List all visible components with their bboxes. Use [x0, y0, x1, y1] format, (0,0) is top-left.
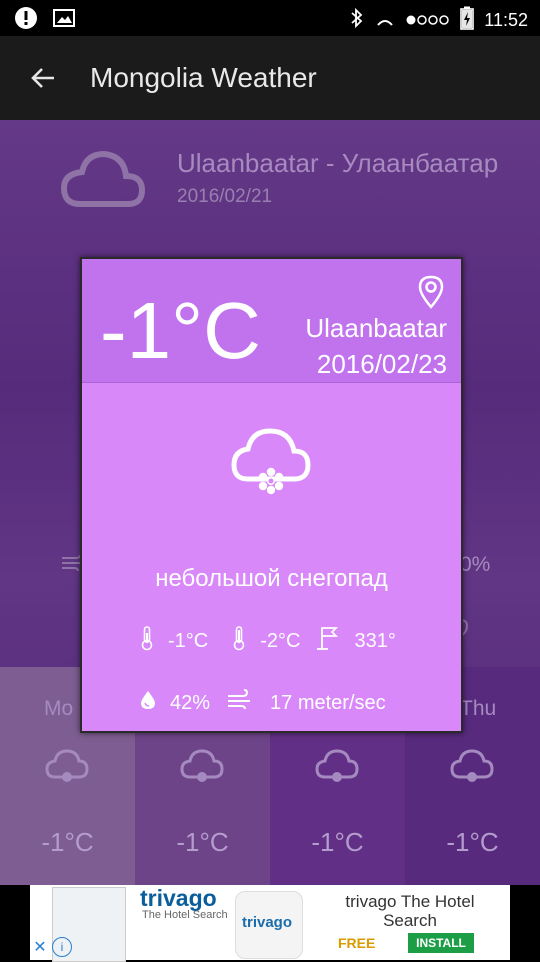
forecast-temp: -1°C	[41, 827, 94, 857]
ad-app-icon-label: trivago	[242, 914, 293, 931]
divider	[82, 382, 461, 383]
ad-app-icon: trivago	[235, 891, 303, 959]
weather-description: небольшой снегопад	[155, 565, 388, 592]
wifi-icon	[374, 7, 396, 34]
ad-brand-subtitle: The Hotel Search	[142, 909, 228, 921]
cloud-icon	[58, 144, 148, 214]
wind-icon	[226, 689, 252, 717]
forecast-temp: -1°C	[446, 827, 499, 857]
dialog-city: Ulaanbaatar	[305, 313, 447, 343]
ad-price: FREE	[338, 935, 376, 951]
ad-title: trivago The Hotel Search	[345, 892, 475, 930]
ad-banner[interactable]: ✕ i trivago The Hotel Search trivago tri…	[30, 885, 510, 962]
weather-detail-dialog[interactable]: -1°C Ulaanbaatar 2016/02/23 небольшой сн…	[80, 257, 463, 733]
back-arrow-icon[interactable]	[26, 60, 62, 96]
status-bar: 11:52	[0, 0, 540, 36]
thermometer-icon	[140, 625, 154, 657]
bluetooth-icon	[350, 7, 364, 34]
location-pin-icon[interactable]	[417, 275, 445, 309]
wind-direction: 331°	[354, 629, 396, 652]
close-icon[interactable]: ✕	[30, 937, 50, 959]
forecast-temp: -1°C	[311, 827, 364, 857]
snow-cloud-icon	[178, 747, 226, 787]
wind-speed: 17 meter/sec	[270, 691, 386, 714]
dialog-date: 2016/02/23	[316, 349, 447, 379]
install-button[interactable]: INSTALL	[408, 933, 474, 953]
clock: 11:52	[484, 10, 528, 30]
current-temperature: -1°C	[100, 286, 261, 375]
signal-icon	[406, 10, 450, 31]
snow-cloud-icon	[228, 423, 314, 499]
snow-cloud-icon	[43, 747, 91, 787]
temp-min: -1°C	[168, 629, 209, 652]
image-icon	[52, 7, 76, 34]
wind-direction-icon	[314, 625, 340, 657]
forecast-day-label: Thu	[460, 697, 497, 720]
app-title: Mongolia Weather	[90, 62, 317, 93]
humidity-wind-row: 42% 17 meter/sec	[140, 689, 386, 717]
background-percent: 0%	[460, 553, 491, 576]
background-date: 2016/02/21	[177, 186, 273, 207]
alert-icon	[14, 6, 38, 35]
info-icon[interactable]: i	[52, 937, 72, 957]
temp-max: -2°C	[260, 629, 301, 652]
forecast-day-label: Mo	[44, 697, 74, 720]
humidity: 42%	[170, 691, 211, 714]
snow-cloud-icon	[448, 747, 496, 787]
forecast-temp: -1°C	[176, 827, 229, 857]
humidity-drop-icon	[140, 689, 156, 717]
snow-cloud-icon	[313, 747, 361, 787]
ad-brand: trivago	[140, 885, 217, 911]
app-bar: Mongolia Weather	[0, 36, 540, 120]
battery-charging-icon	[460, 6, 475, 35]
temperature-wind-row: -1°C -2°C 331°	[140, 625, 396, 657]
background-city: Ulaanbaatar - Улаанбаатар	[177, 148, 499, 178]
thermometer-icon	[232, 625, 246, 657]
